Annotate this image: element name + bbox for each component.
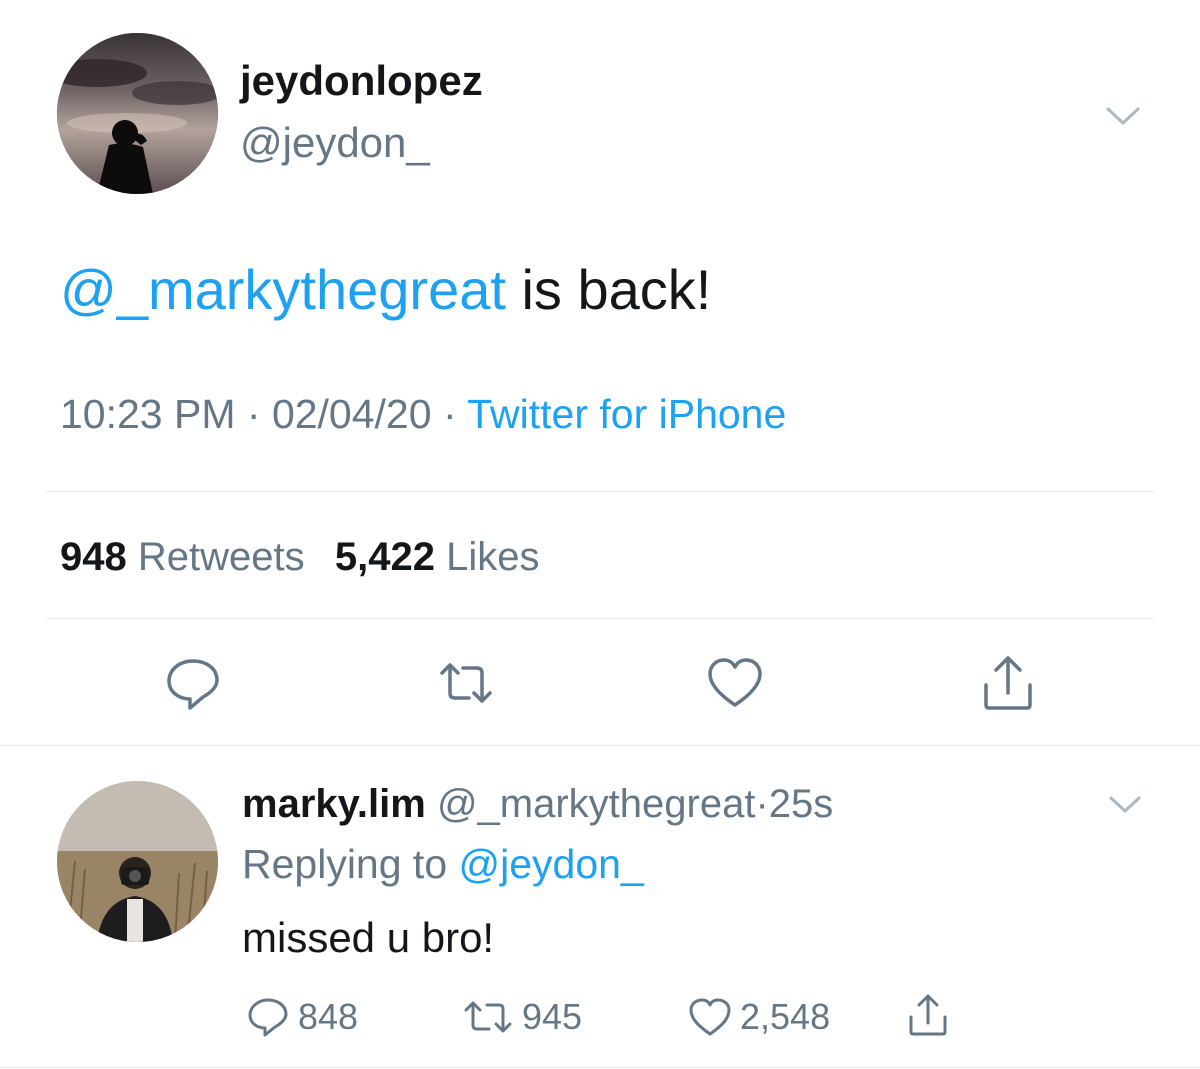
like-count: 2,548 — [740, 996, 831, 1037]
likes-count: 5,422 — [334, 535, 435, 579]
user-handle[interactable]: @jeydon_ — [240, 122, 430, 164]
reply-icon — [246, 995, 290, 1039]
replying-to-link[interactable]: @jeydon_ — [459, 841, 644, 887]
retweet-count: 945 — [522, 996, 583, 1037]
mention-link[interactable]: @_markythegreat — [60, 258, 506, 321]
chevron-down-icon[interactable] — [1105, 100, 1141, 130]
share-icon[interactable] — [978, 653, 1038, 713]
divider — [0, 745, 1200, 746]
retweets-stat[interactable]: 948 Retweets — [60, 535, 305, 579]
share-icon — [906, 993, 950, 1037]
divider — [46, 491, 1154, 492]
reply-user-handle[interactable]: @_markythegreat — [437, 782, 756, 826]
reply-text: missed u bro! — [242, 914, 495, 961]
tweet-text: @_markythegreat is back! — [60, 262, 711, 318]
chevron-down-icon[interactable] — [1108, 790, 1142, 818]
reply-icon[interactable] — [163, 653, 223, 713]
reply-reply-button[interactable]: 848 — [246, 995, 358, 1039]
reply-share-button[interactable] — [906, 993, 958, 1037]
tweet-stats: 948 Retweets 5,422 Likes — [60, 537, 540, 577]
meta-separator: · — [235, 391, 272, 437]
likes-stat[interactable]: 5,422 Likes — [335, 535, 540, 579]
reply-time: 25s — [768, 782, 834, 826]
reply-header: marky.lim @_markythegreat·25s — [242, 784, 833, 824]
tweet-meta: 10:23 PM · 02/04/20 · Twitter for iPhone — [60, 394, 786, 435]
divider — [46, 618, 1154, 619]
like-icon[interactable] — [705, 653, 765, 713]
tweet-text-body: is back! — [505, 258, 712, 321]
tweet-date: 02/04/20 — [271, 391, 432, 437]
like-icon — [688, 995, 732, 1039]
retweets-count: 948 — [60, 535, 127, 579]
likes-label: Likes — [446, 535, 540, 579]
avatar[interactable] — [57, 781, 218, 942]
avatar[interactable] — [57, 33, 218, 194]
divider — [0, 1067, 1200, 1068]
retweet-icon — [462, 995, 514, 1039]
reply-display-name[interactable]: marky.lim — [242, 782, 426, 826]
tweet-source-link[interactable]: Twitter for iPhone — [467, 391, 786, 437]
meta-separator: · — [755, 782, 769, 826]
reply-like-button[interactable]: 2,548 — [688, 995, 830, 1039]
retweet-icon[interactable] — [436, 653, 496, 713]
display-name[interactable]: jeydonlopez — [240, 60, 483, 102]
replying-to: Replying to @jeydon_ — [242, 844, 644, 885]
meta-separator: · — [431, 391, 468, 437]
reply-count: 848 — [298, 996, 359, 1037]
replying-to-label: Replying to — [242, 841, 459, 887]
tweet-time: 10:23 PM — [60, 391, 236, 437]
reply-retweet-button[interactable]: 945 — [462, 995, 582, 1039]
retweets-label: Retweets — [137, 535, 305, 579]
